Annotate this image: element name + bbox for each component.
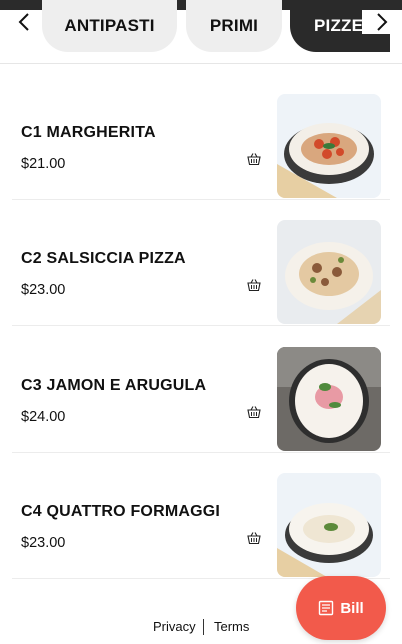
pizza-photo bbox=[277, 347, 381, 451]
category-prev-button[interactable] bbox=[9, 10, 39, 34]
category-next-button[interactable] bbox=[362, 10, 402, 34]
basket-icon[interactable] bbox=[247, 278, 261, 292]
pizza-photo bbox=[277, 94, 381, 198]
menu-item[interactable]: C3 JAMON E ARUGULA $24.00 bbox=[12, 327, 390, 453]
item-price: $24.00 bbox=[21, 409, 66, 425]
tab-label: PRIMI bbox=[209, 16, 259, 35]
bill-button[interactable]: Bill bbox=[296, 576, 386, 640]
item-name: C1 MARGHERITA bbox=[21, 124, 156, 141]
item-name: C3 JAMON E ARUGULA bbox=[21, 377, 207, 394]
chevron-right-icon bbox=[377, 13, 388, 31]
chevron-left-icon bbox=[18, 13, 29, 31]
terms-link[interactable]: Terms bbox=[214, 619, 249, 634]
basket-icon[interactable] bbox=[247, 405, 261, 419]
tab-primi[interactable]: PRIMI bbox=[186, 0, 282, 52]
divider bbox=[12, 325, 390, 326]
basket-icon[interactable] bbox=[247, 152, 261, 166]
receipt-icon bbox=[319, 600, 334, 616]
pizza-photo bbox=[277, 473, 381, 577]
tab-antipasti[interactable]: ANTIPASTI bbox=[42, 0, 177, 52]
pizza-photo bbox=[277, 220, 381, 324]
tab-label: PIZZE bbox=[314, 16, 364, 35]
footer-divider bbox=[203, 619, 204, 635]
menu-item[interactable]: C4 QUATTRO FORMAGGI $23.00 bbox=[12, 453, 390, 579]
privacy-link[interactable]: Privacy bbox=[153, 619, 196, 634]
divider bbox=[0, 63, 402, 64]
item-name: C2 SALSICCIA PIZZA bbox=[21, 250, 186, 267]
menu-item[interactable]: C1 MARGHERITA $21.00 bbox=[12, 74, 390, 200]
item-price: $23.00 bbox=[21, 282, 66, 298]
item-name: C4 QUATTRO FORMAGGI bbox=[21, 503, 221, 520]
item-price: $23.00 bbox=[21, 535, 66, 551]
item-price: $21.00 bbox=[21, 156, 66, 172]
menu-item[interactable]: C2 SALSICCIA PIZZA $23.00 bbox=[12, 200, 390, 326]
bill-label: Bill bbox=[340, 599, 364, 617]
basket-icon[interactable] bbox=[247, 531, 261, 545]
tab-label: ANTIPASTI bbox=[64, 16, 155, 35]
category-nav: ANTIPASTI PRIMI PIZZE bbox=[0, 0, 402, 62]
